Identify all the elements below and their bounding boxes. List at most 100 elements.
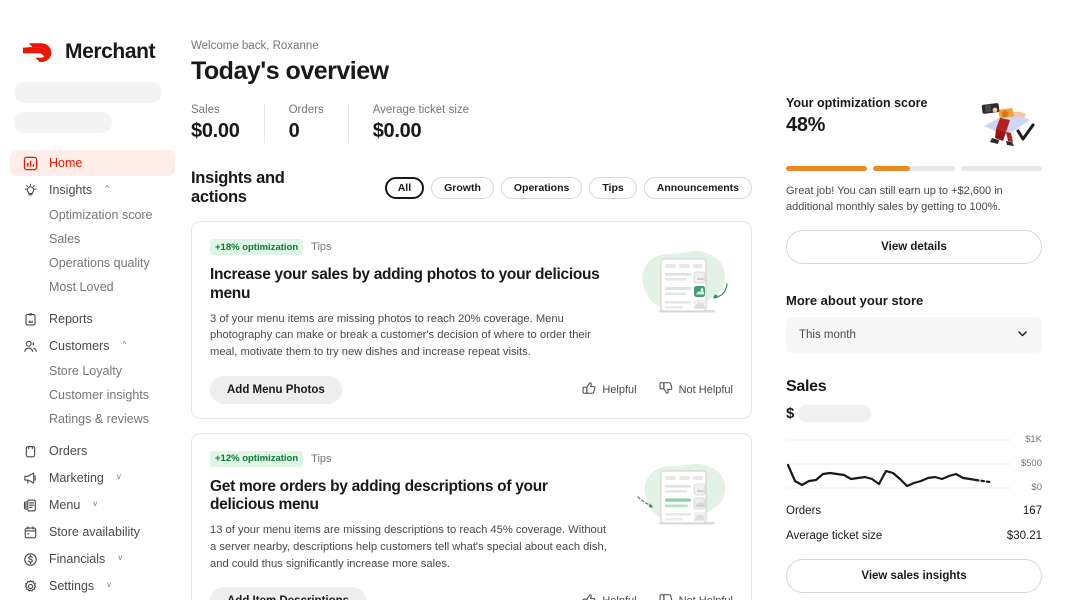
card-body: 3 of your menu items are missing photos … [210,312,591,358]
thumbs-up-icon [582,593,596,600]
progress-segment-1 [786,166,868,171]
card-footer: Add Item Descriptions Helpful [210,587,733,600]
insights-section-title: Insights and actions [191,169,285,206]
not-helpful-label: Not Helpful [679,595,733,600]
metric-value: $30.21 [1006,529,1042,542]
helpful-label: Helpful [602,595,636,600]
sidebar-item-marketing[interactable]: Marketing v [10,465,175,491]
sidebar-item-insights[interactable]: Insights ^ [10,177,175,203]
page-title: Today's overview [191,57,389,85]
card-category: Tips [311,241,332,253]
sidebar-item-reports[interactable]: Reports [10,306,175,332]
optimization-progress-bar [786,166,1042,171]
thumbs-down-icon [659,381,673,398]
right-rail: Your optimization score 48% Great job! Y… [780,0,1080,600]
helpful-button[interactable]: Helpful [582,381,637,398]
sidebar-item-store-availability[interactable]: Store availability [10,519,175,545]
sidebar-item-orders[interactable]: Orders [10,438,175,464]
progress-fill [786,166,868,171]
card-footer: Add Menu Photos Helpful Not Helpful [210,375,733,404]
not-helpful-button[interactable]: Not Helpful [659,381,733,398]
merchant-dashboard: Merchant Home Insights ^ Optimization sc… [0,0,1080,600]
sidebar-item-label: Insights [49,183,93,197]
sales-line-chart: $1K $500 $0 [786,433,1042,493]
stat-average-ticket-size: Average ticket size $0.00 [347,104,493,143]
sidebar-subitem-store-loyalty[interactable]: Store Loyalty [10,359,175,383]
y-tick-label: $0 [1031,481,1042,493]
sales-heading: Sales [786,377,827,395]
card-category: Tips [311,452,332,465]
optimization-badge: +12% optimization [210,450,304,467]
sidebar-subitem-label: Most Loved [49,280,114,294]
helpful-label: Helpful [602,383,637,396]
sidebar-subitem-sales[interactable]: Sales [10,227,175,251]
add-menu-photos-button[interactable]: Add Menu Photos [210,375,342,404]
stat-value: 0 [288,120,300,142]
calendar-icon [22,524,38,540]
add-item-descriptions-button[interactable]: Add Item Descriptions [210,587,367,600]
sidebar-subitem-label: Operations quality [49,256,150,270]
sidebar-subitem-most-loved[interactable]: Most Loved [10,275,175,299]
y-tick-label: $1K [1025,433,1042,445]
y-tick-label: $500 [1020,457,1042,469]
view-sales-insights-button[interactable]: View sales insights [786,558,1042,593]
currency-symbol: $ [786,404,795,422]
sidebar-subitem-operations-quality[interactable]: Operations quality [10,251,175,275]
insights-section-header: Insights and actions All Growth Operatio… [191,169,780,207]
sidebar-item-customers[interactable]: Customers ^ [10,333,175,359]
sidebar-item-home[interactable]: Home [10,150,175,176]
insight-card: +12% optimization Tips Get more orders b… [191,432,752,600]
sidebar-item-label: Menu [49,498,81,512]
sidebar-item-label: Customers [49,339,110,353]
sales-amount-skeleton [798,404,872,422]
brand-name: Merchant [65,40,156,63]
sidebar-subitem-optimization-score[interactable]: Optimization score [10,203,175,227]
chevron-up-icon: ^ [105,184,109,193]
brand-logo-area[interactable]: Merchant [0,0,185,64]
stat-sales: Sales $0.00 [191,104,264,143]
people-icon [22,338,38,354]
sidebar-skeleton-1 [14,82,162,103]
sales-projection-line [974,478,992,483]
filter-chip-tips[interactable]: Tips [589,177,637,199]
sidebar-subitem-label: Sales [49,232,81,246]
chevron-down-icon: v [118,553,123,562]
insight-card: +18% optimization Tips Increase your sal… [191,221,752,419]
stat-orders: Orders 0 [263,104,348,143]
period-select[interactable]: This month [786,316,1042,353]
sidebar-item-financials[interactable]: Financials v [10,546,175,572]
stat-value: $0.00 [372,120,422,142]
progress-segment-3 [960,166,1042,171]
clipboard-icon [22,311,38,327]
chevron-down-icon: v [93,499,98,508]
sidebar-subitem-label: Ratings & reviews [49,412,150,426]
sidebar-item-label: Settings [49,579,95,593]
view-details-button[interactable]: View details [786,229,1042,264]
filter-chip-growth[interactable]: Growth [431,177,494,199]
helpful-button[interactable]: Helpful [582,593,637,600]
welcome-message: Welcome back, Roxanne [191,40,319,52]
thumbs-down-icon [659,593,673,600]
sidebar-skeleton-2 [14,112,112,133]
card-body: 13 of your menu items are missing descri… [210,524,607,570]
card-feedback: Helpful Not Helpful [582,593,733,600]
menu-descriptions-illustration [635,460,733,532]
lightbulb-icon [22,182,38,198]
menu-photos-illustration [635,248,733,320]
filter-chip-operations[interactable]: Operations [500,177,583,199]
sidebar-item-label: Financials [49,552,106,566]
sidebar-item-settings[interactable]: Settings v [10,573,175,599]
optimization-note: Great job! You can still earn up to +$2,… [786,185,1003,213]
chevron-down-icon: v [107,580,112,589]
stat-label: Sales [191,104,220,116]
not-helpful-button[interactable]: Not Helpful [659,593,733,600]
sidebar-subitem-ratings-reviews[interactable]: Ratings & reviews [10,407,175,431]
metric-value: 167 [1022,504,1042,517]
chevron-down-icon: v [116,472,121,481]
optimization-score-header: Your optimization score 48% [786,96,1042,148]
filter-chip-announcements[interactable]: Announcements [643,177,752,199]
optimization-badge: +18% optimization [210,239,304,255]
filter-chip-all[interactable]: All [384,177,425,199]
sidebar-item-menu[interactable]: Menu v [10,492,175,518]
sidebar-subitem-customer-insights[interactable]: Customer insights [10,383,175,407]
